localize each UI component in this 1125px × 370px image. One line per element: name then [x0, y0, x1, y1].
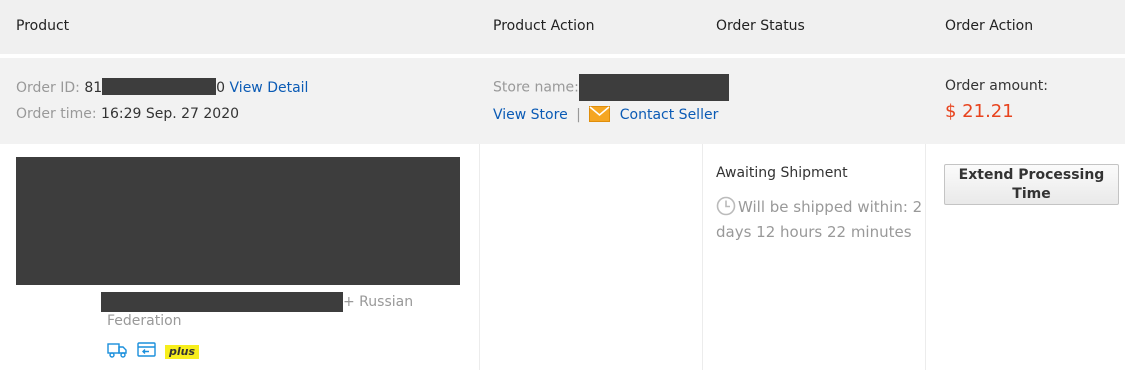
link-separator: | — [576, 107, 581, 123]
mail-icon — [589, 106, 611, 126]
header-order-status: Order Status — [716, 18, 805, 34]
table-header: Product Product Action Order Status Orde… — [0, 0, 1125, 56]
view-detail-link[interactable]: View Detail — [230, 80, 309, 96]
store-links-row: View Store | Contact Seller — [493, 106, 718, 126]
header-product: Product — [16, 18, 70, 34]
order-amount-value: $ 21.21 — [945, 101, 1014, 122]
shipping-info-line1: + Russian — [101, 292, 413, 312]
order-id-label: Order ID: — [16, 80, 80, 96]
header-order-action: Order Action — [945, 18, 1034, 34]
column-divider — [702, 144, 703, 370]
delivery-truck-icon — [107, 341, 128, 362]
extend-button-line1: Extend Processing — [958, 167, 1105, 183]
order-id-prefix: 81 — [84, 80, 103, 96]
order-id-suffix: 0 — [216, 80, 226, 96]
view-store-link[interactable]: View Store — [493, 107, 568, 123]
order-time-row: Order time: 16:29 Sep. 27 2020 — [16, 106, 239, 122]
store-name-label: Store name: — [493, 79, 579, 96]
shipping-destination: + Russian — [343, 294, 414, 310]
redacted-product-image[interactable] — [16, 157, 460, 285]
contact-seller-link[interactable]: Contact Seller — [620, 107, 719, 123]
shipping-countdown: Will be shipped within: 2 days 12 hours … — [716, 196, 922, 243]
return-box-icon — [137, 341, 156, 362]
column-divider — [479, 144, 480, 370]
extend-button-line2: Time — [1012, 186, 1051, 202]
order-time-value: 16:29 Sep. 27 2020 — [101, 106, 240, 122]
redacted-store-name — [578, 74, 729, 101]
countdown-line2: days 12 hours 22 minutes — [716, 223, 912, 241]
order-status-title: Awaiting Shipment — [716, 165, 848, 181]
clock-icon — [716, 196, 736, 222]
order-id-row: Order ID: 81 0 View Detail — [16, 78, 309, 96]
redacted-order-id — [102, 78, 217, 95]
service-icons: plus — [107, 341, 200, 362]
header-product-action: Product Action — [493, 18, 595, 34]
store-name-row: Store name: — [493, 74, 729, 101]
order-amount-label: Order amount: — [945, 78, 1048, 94]
column-divider — [925, 144, 926, 370]
countdown-line1: Will be shipped within: 2 — [738, 198, 923, 216]
redacted-shipping-method — [101, 292, 343, 312]
extend-processing-time-button[interactable]: Extend Processing Time — [944, 164, 1119, 205]
plus-badge: plus — [165, 344, 200, 359]
order-summary-bar: Order ID: 81 0 View Detail Order time: 16… — [0, 58, 1125, 144]
order-time-label: Order time: — [16, 106, 97, 122]
shipping-destination-line2: Federation — [107, 313, 182, 329]
